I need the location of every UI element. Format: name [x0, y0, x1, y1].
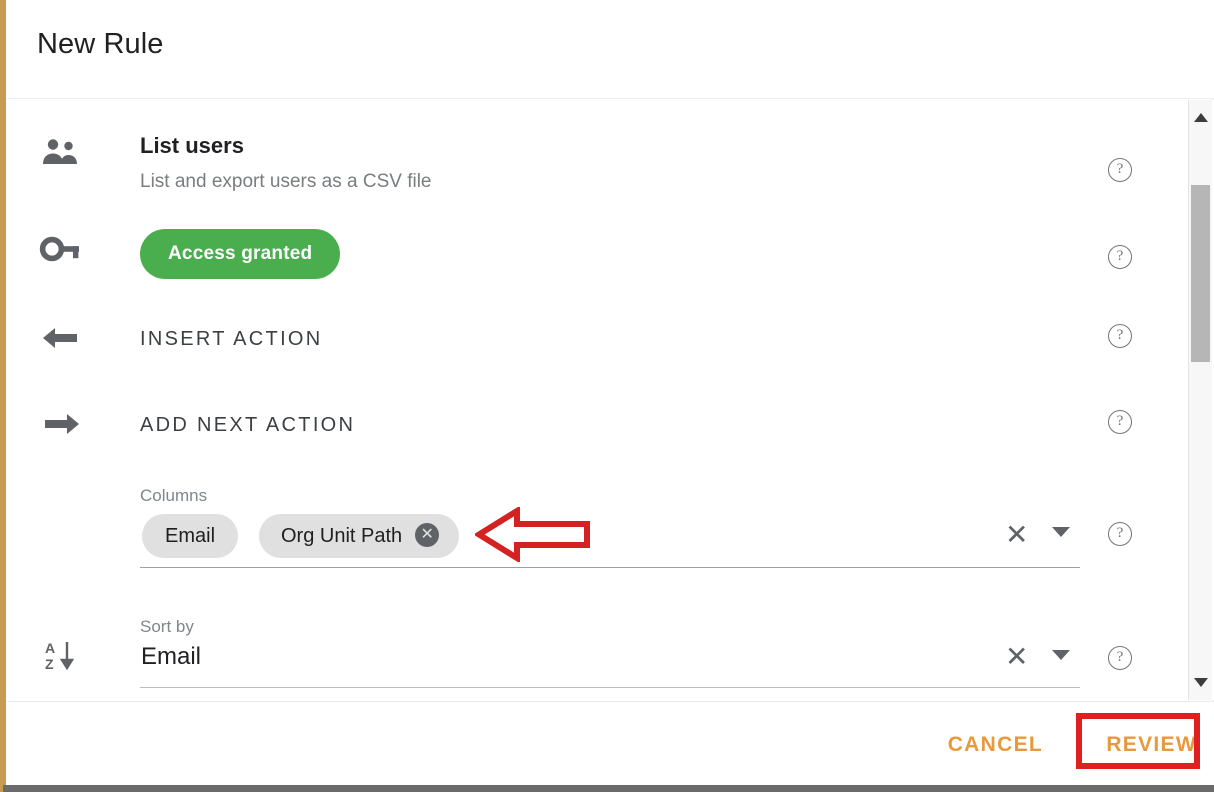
clear-icon[interactable]: ✕	[1005, 518, 1028, 551]
dialog-footer: CANCEL REVIEW	[7, 701, 1214, 785]
key-icon	[39, 233, 83, 270]
columns-label: Columns	[140, 486, 208, 505]
sort-by-field-row: A Z Sort by Email ✕ ?	[7, 600, 1192, 700]
step-title: List users	[140, 133, 244, 158]
page-title: New Rule	[37, 28, 164, 60]
people-icon	[39, 136, 83, 175]
sort-by-label: Sort by	[140, 617, 194, 636]
chip-org-unit-path[interactable]: Org Unit Path ✕	[259, 514, 460, 558]
columns-input[interactable]: Email Org Unit Path ✕ ✕	[140, 510, 1080, 568]
scroll-down-arrow-icon[interactable]	[1194, 678, 1208, 687]
dialog-header: New Rule	[7, 0, 1214, 99]
step-subtitle: List and export users as a CSV file	[140, 171, 432, 192]
scroll-up-arrow-icon[interactable]	[1194, 113, 1208, 122]
window-left-edge	[3, 0, 6, 792]
review-button[interactable]: REVIEW	[1100, 732, 1203, 758]
chip-email[interactable]: Email	[142, 514, 239, 558]
help-icon[interactable]: ?	[1108, 522, 1132, 546]
cancel-button[interactable]: CANCEL	[942, 732, 1049, 758]
chevron-down-icon[interactable]	[1052, 527, 1070, 537]
svg-text:A: A	[45, 640, 55, 656]
columns-field-row: Columns Email Org Unit Path ✕ ✕ ?	[7, 472, 1192, 582]
help-icon[interactable]: ?	[1108, 245, 1132, 269]
rule-step-insert-action: INSERT ACTION ?	[7, 318, 1192, 368]
access-granted-button[interactable]: Access granted	[140, 229, 341, 279]
scrollbar-thumb[interactable]	[1191, 185, 1210, 362]
chip-remove-icon[interactable]: ✕	[415, 523, 440, 548]
help-icon[interactable]: ?	[1108, 324, 1132, 348]
insert-action-button[interactable]: INSERT ACTION	[140, 328, 323, 351]
help-icon[interactable]: ?	[1108, 646, 1132, 670]
arrow-left-icon	[39, 324, 83, 357]
help-icon[interactable]: ?	[1108, 158, 1132, 182]
clear-icon[interactable]: ✕	[1005, 640, 1028, 673]
sort-az-descending-icon: A Z	[39, 638, 83, 681]
sort-by-input[interactable]: Email ✕	[140, 640, 1080, 688]
help-icon[interactable]: ?	[1108, 410, 1132, 434]
window-bottom-edge	[3, 785, 1214, 792]
new-rule-dialog: New Rule List users List and export user…	[0, 0, 1214, 792]
chevron-down-icon[interactable]	[1052, 650, 1070, 660]
rule-step-access: Access granted ?	[7, 220, 1192, 290]
add-next-action-button[interactable]: ADD NEXT ACTION	[140, 414, 355, 437]
svg-text:Z: Z	[45, 656, 54, 672]
dialog-scroll-area: List users List and export users as a CS…	[7, 100, 1214, 700]
sort-by-value: Email	[141, 643, 202, 670]
chip-label: Org Unit Path	[281, 525, 403, 547]
chip-label: Email	[165, 525, 216, 547]
rule-step-list-users: List users List and export users as a CS…	[7, 118, 1192, 208]
vertical-scrollbar[interactable]	[1188, 100, 1212, 700]
arrow-right-icon	[39, 410, 83, 443]
rule-step-add-next-action: ADD NEXT ACTION ?	[7, 404, 1192, 454]
